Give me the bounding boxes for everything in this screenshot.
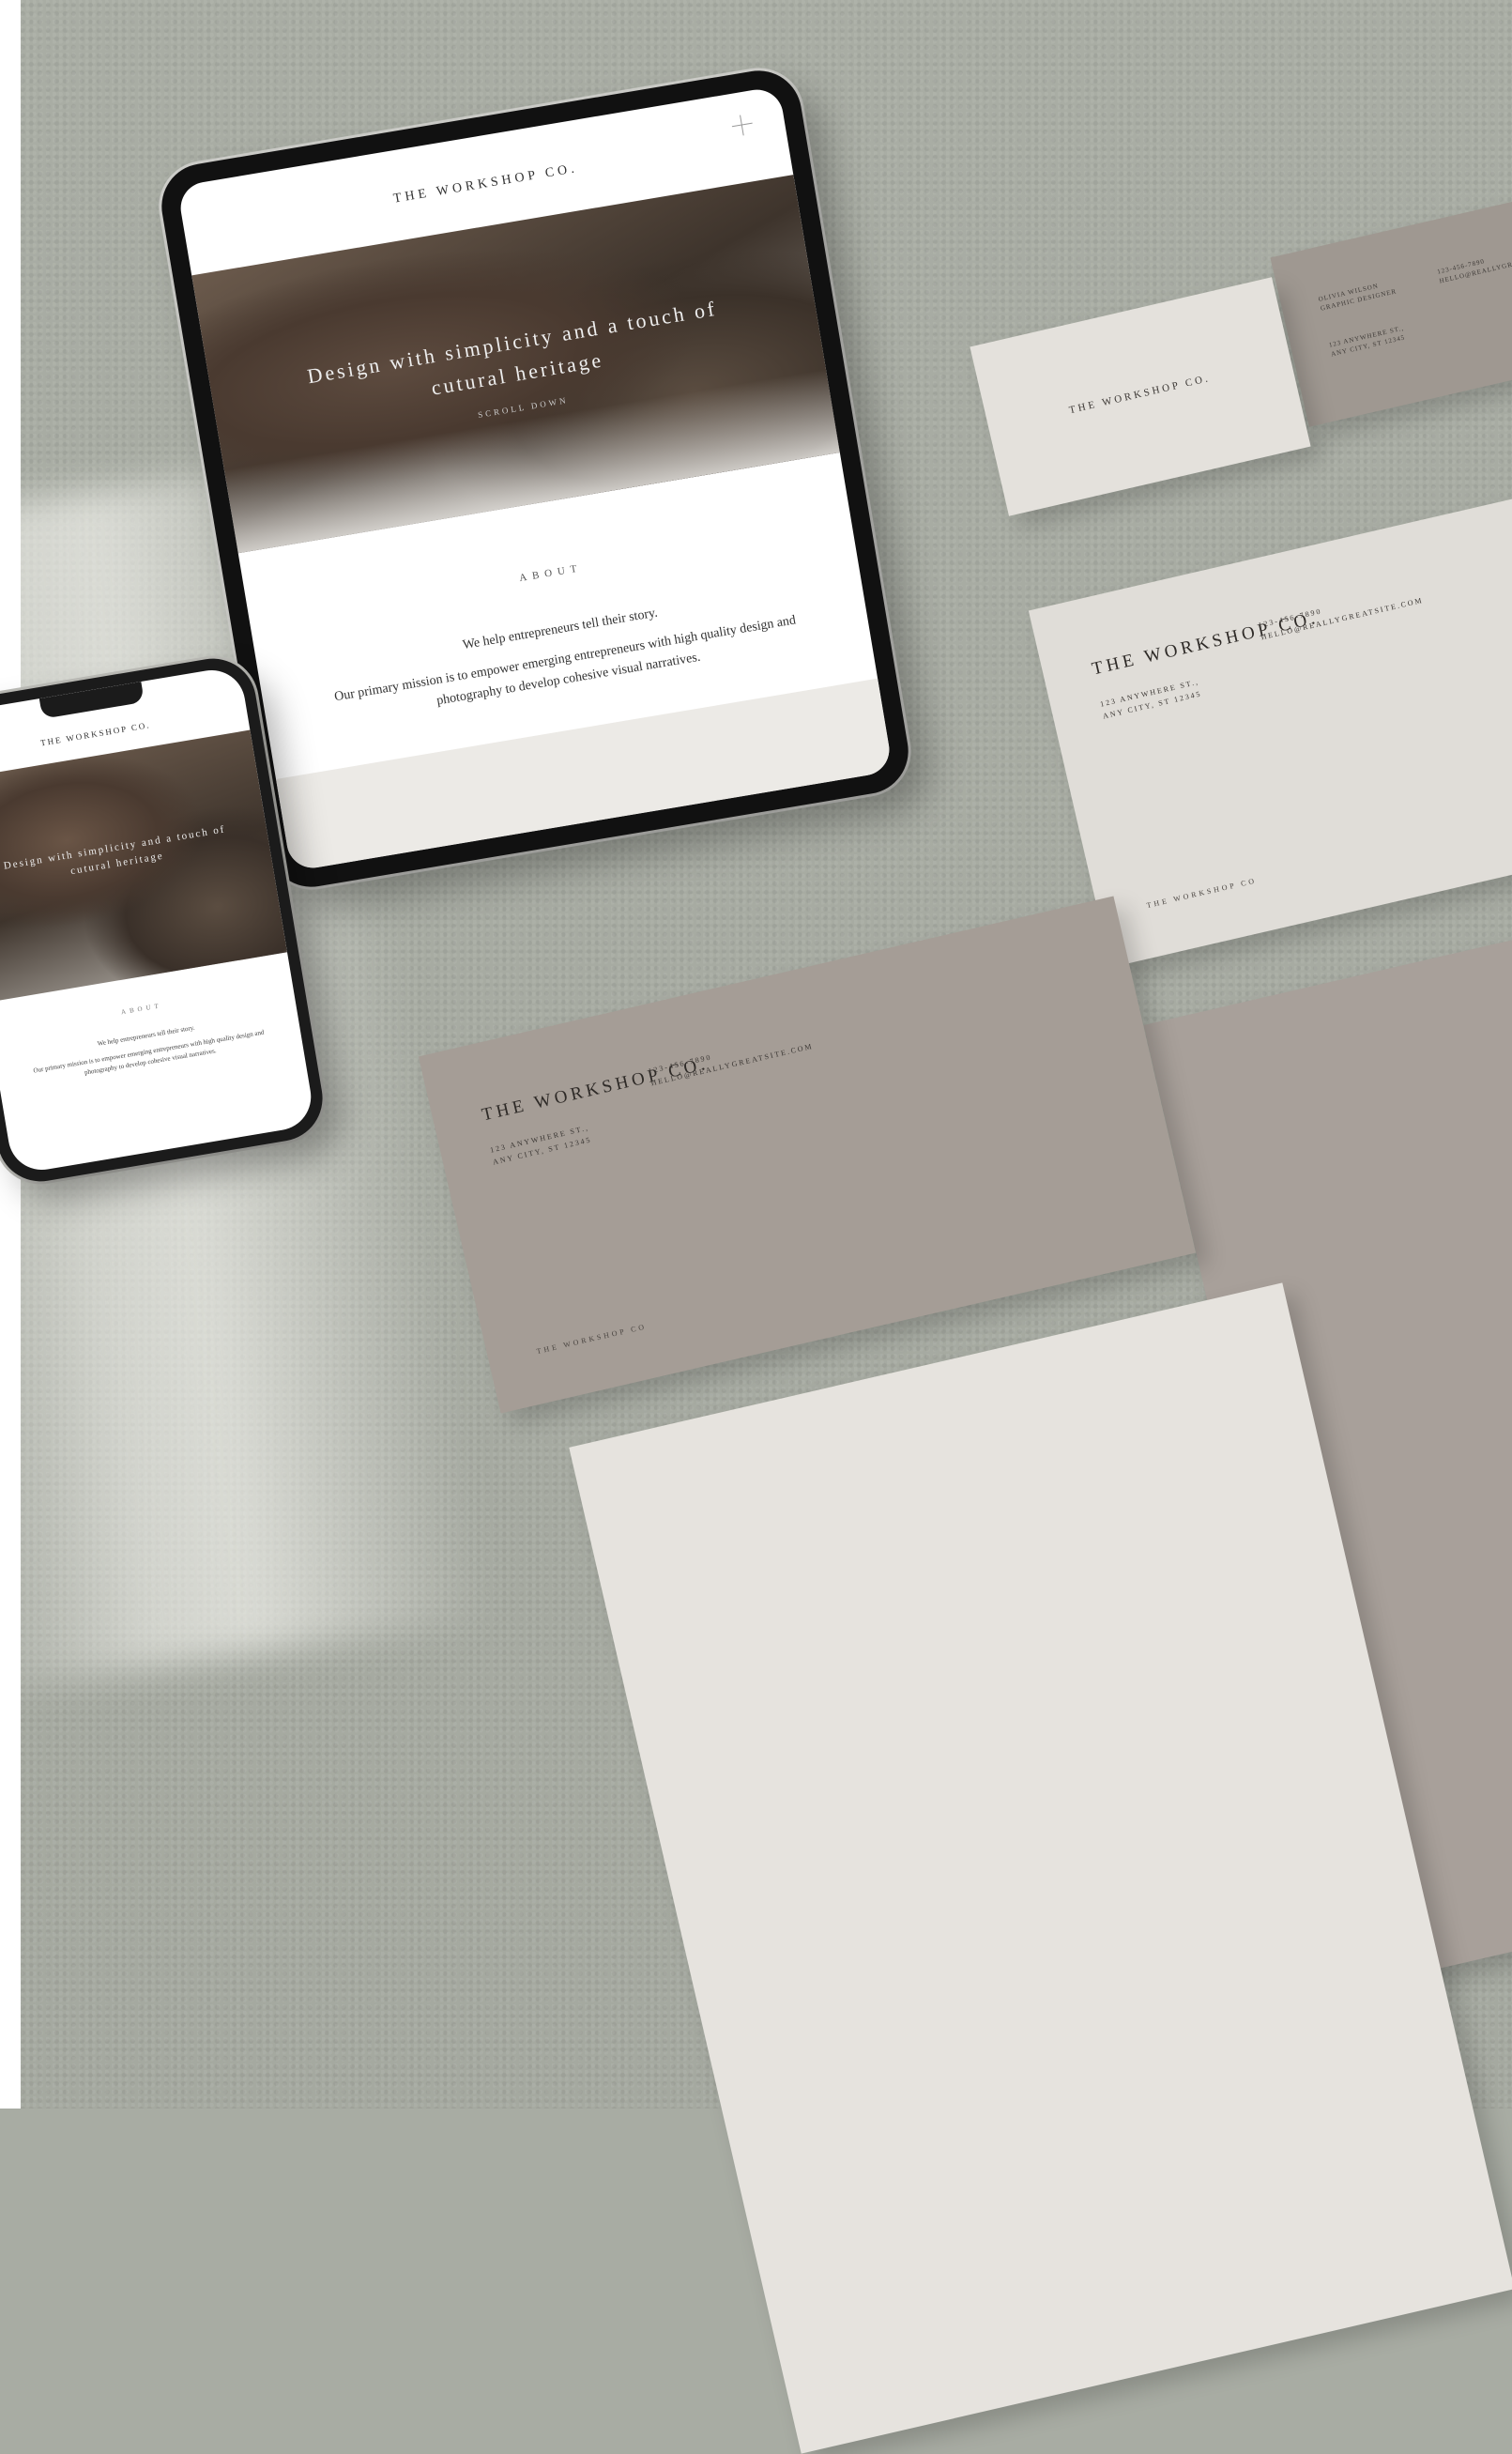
- card-front-brand: THE WORKSHOP CO.: [1068, 372, 1212, 417]
- menu-plus-icon[interactable]: [730, 114, 754, 137]
- envelope-dark-address: 123 ANYWHERE ST., ANY CITY, ST 12345: [489, 1123, 593, 1167]
- card-address-block: 123 ANYWHERE ST., ANY CITY, ST 12345: [1328, 324, 1406, 359]
- envelope-dark-contact: 123-456-7890 HELLO@REALLYGREATSITE.COM: [647, 1041, 815, 1088]
- card-name-block: OLIVIA WILSON GRAPHIC DESIGNER: [1317, 282, 1397, 313]
- phone-hero-headline: Design with simplicity and a touch of cu…: [2, 823, 227, 878]
- envelope-light-contact: 123-456-7890 HELLO@REALLYGREATSITE.COM: [1257, 595, 1425, 642]
- envelope-light-footer: THE WORKSHOP CO: [1145, 876, 1258, 911]
- tablet-screen: THE WORKSHOP CO. Design with simplicity …: [176, 85, 893, 872]
- card-contact-block: 123-456-7890 HELLO@REALLYGREATSITE.COM: [1436, 249, 1512, 285]
- tablet-device: THE WORKSHOP CO. Design with simplicity …: [155, 64, 915, 894]
- envelope-light-address: 123 ANYWHERE ST., ANY CITY, ST 12345: [1099, 677, 1203, 721]
- envelope-dark-footer: THE WORKSHOP CO: [535, 1322, 648, 1357]
